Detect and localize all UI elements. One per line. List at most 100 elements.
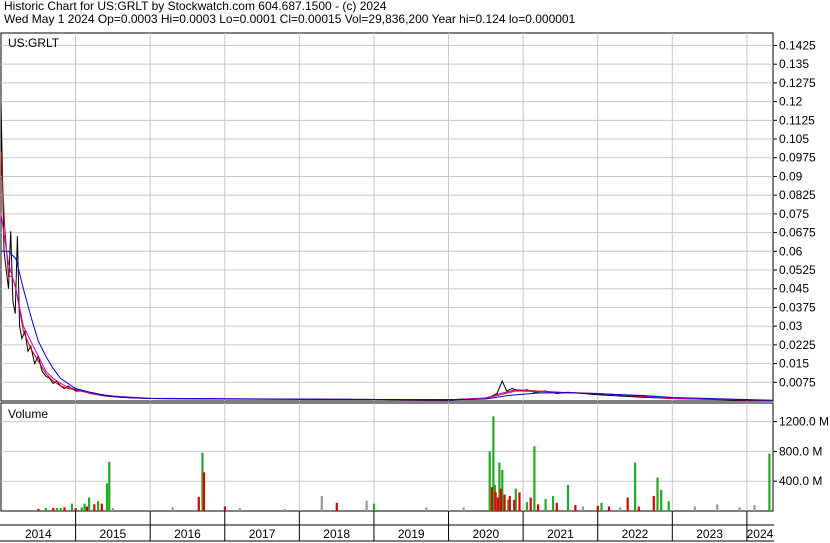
volume-bar-down-2 xyxy=(63,507,66,511)
volume-bar-down-23 xyxy=(596,505,599,511)
price-tick-label-5: 0.105 xyxy=(779,132,809,146)
volume-bar-up-11 xyxy=(372,503,376,511)
volume-bar-down-21 xyxy=(555,502,558,511)
price-tick-label-9: 0.075 xyxy=(779,207,809,221)
volume-bar-down-5 xyxy=(93,504,96,511)
volume-bar-neutral-2 xyxy=(238,508,241,511)
volume-bar-up-8 xyxy=(105,483,109,511)
volume-bar-up-27 xyxy=(660,490,663,511)
xaxis-year-label-6: 2020 xyxy=(472,527,499,541)
volume-panel-title: Volume xyxy=(8,407,48,421)
volume-bar-up-24 xyxy=(600,502,603,511)
volume-bar-down-10 xyxy=(335,502,338,511)
volume-bar-down-8 xyxy=(202,472,206,511)
price-panel-frame xyxy=(0,32,774,402)
volume-bar-down-25 xyxy=(626,497,629,511)
volume-tick-label-2: 400.0 M xyxy=(779,474,822,488)
volume-bar-down-11 xyxy=(490,487,493,511)
volume-bar-up-29 xyxy=(768,453,771,511)
volume-bar-down-27 xyxy=(652,496,655,511)
volume-bar-neutral-9 xyxy=(619,507,622,511)
volume-tick-label-1: 800.0 M xyxy=(779,444,822,458)
volume-bar-neutral-11 xyxy=(716,504,719,511)
volume-bar-down-24 xyxy=(607,506,611,511)
xaxis-year-label-1: 2015 xyxy=(100,527,127,541)
volume-bar-up-22 xyxy=(552,496,555,511)
volume-bar-down-12 xyxy=(494,492,497,511)
volume-bar-up-9 xyxy=(108,461,111,511)
volume-bar-neutral-12 xyxy=(738,507,741,511)
volume-bar-down-17 xyxy=(513,499,516,511)
volume-bar-down-1 xyxy=(52,508,55,511)
volume-bar-down-18 xyxy=(518,492,521,511)
volume-bar-neutral-6 xyxy=(425,507,428,511)
price-tick-label-7: 0.09 xyxy=(779,169,803,183)
volume-bar-neutral-3 xyxy=(283,508,286,511)
volume-bar-neutral-5 xyxy=(365,500,368,511)
price-tick-label-14: 0.0375 xyxy=(779,300,816,314)
volume-bar-down-7 xyxy=(197,496,200,511)
xaxis-year-label-7: 2021 xyxy=(547,527,574,541)
volume-bar-up-7 xyxy=(97,501,100,511)
stock-chart: 0.1425 0.135 0.1275 0.12 0.1125 0.105 0.0975 0.… xyxy=(0,32,829,542)
volume-bar-up-21 xyxy=(544,499,547,511)
price-tick-label-15: 0.03 xyxy=(779,319,803,333)
volume-bar-down-13 xyxy=(496,497,499,511)
volume-bar-neutral-7 xyxy=(462,507,465,511)
volume-bar-up-12 xyxy=(488,451,491,511)
volume-bar-down-14 xyxy=(499,488,502,511)
volume-bar-down-26 xyxy=(637,506,640,511)
price-tick-label-4: 0.1125 xyxy=(779,113,815,127)
volume-tick-label-0: 1200.0 M xyxy=(779,415,829,429)
volume-bar-neutral-10 xyxy=(693,506,696,511)
volume-bar-down-20 xyxy=(537,504,540,511)
volume-bar-up-6 xyxy=(88,497,91,511)
volume-bar-up-0 xyxy=(44,508,47,511)
price-tick-label-13: 0.045 xyxy=(779,282,809,296)
volume-bar-neutral-8 xyxy=(581,506,584,511)
volume-bar-up-23 xyxy=(566,484,570,511)
volume-bar-down-22 xyxy=(574,505,577,511)
volume-bar-up-28 xyxy=(667,501,670,511)
volume-bar-neutral-0 xyxy=(111,508,115,511)
xaxis-year-label-0: 2014 xyxy=(25,527,52,541)
price-tick-label-17: 0.015 xyxy=(779,357,809,371)
volume-bar-down-16 xyxy=(508,496,511,511)
price-tick-label-1: 0.135 xyxy=(779,57,809,71)
volume-bar-down-3 xyxy=(74,508,77,511)
volume-bar-neutral-4 xyxy=(320,496,323,511)
volume-bar-up-2 xyxy=(59,508,62,511)
volume-bar-up-3 xyxy=(70,503,74,511)
price-tick-label-18: 0.0075 xyxy=(779,375,816,389)
xaxis-year-label-3: 2017 xyxy=(249,527,276,541)
volume-bar-up-19 xyxy=(525,502,529,511)
price-panel-title: US:GRLT xyxy=(8,36,60,50)
volume-bar-up-1 xyxy=(55,508,59,511)
price-tick-label-12: 0.0525 xyxy=(779,263,816,277)
volume-bar-down-6 xyxy=(100,503,103,511)
volume-bar-neutral-13 xyxy=(753,505,756,511)
volume-bar-down-9 xyxy=(223,506,226,511)
volume-bar-down-0 xyxy=(37,508,40,511)
xaxis-year-label-8: 2022 xyxy=(622,527,649,541)
price-tick-label-2: 0.1275 xyxy=(779,76,816,90)
volume-bar-up-26 xyxy=(656,477,659,511)
volume-bar-up-5 xyxy=(83,503,86,511)
volume-bar-down-19 xyxy=(529,497,532,511)
xaxis-year-label-5: 2019 xyxy=(398,527,425,541)
xaxis-year-label-9: 2023 xyxy=(696,527,723,541)
volume-bar-down-15 xyxy=(503,494,506,511)
volume-bar-up-25 xyxy=(634,462,637,511)
price-tick-label-6: 0.0975 xyxy=(779,151,816,165)
price-tick-label-16: 0.0225 xyxy=(779,338,816,352)
xaxis-year-label-10: 2024 xyxy=(747,527,774,541)
price-tick-label-10: 0.0675 xyxy=(779,226,816,240)
volume-bar-up-4 xyxy=(80,507,83,511)
price-tick-label-8: 0.0825 xyxy=(779,188,816,202)
volume-bar-neutral-1 xyxy=(171,507,174,511)
xaxis-year-label-2: 2016 xyxy=(174,527,201,541)
volume-bar-down-4 xyxy=(85,506,88,511)
price-tick-label-11: 0.06 xyxy=(779,244,803,258)
price-tick-label-3: 0.12 xyxy=(779,95,803,109)
price-tick-label-0: 0.1425 xyxy=(779,38,816,52)
